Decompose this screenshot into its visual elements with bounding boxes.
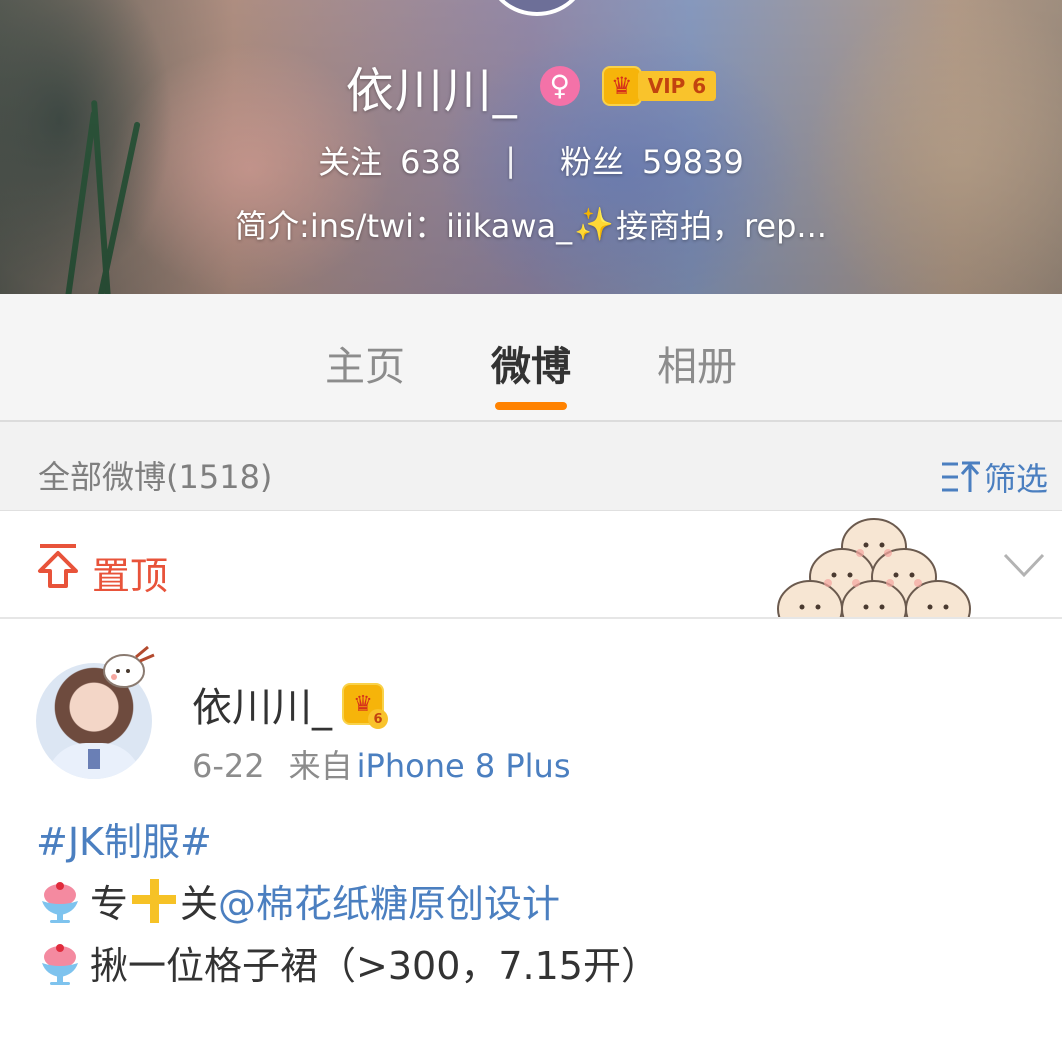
followers-count: 59839 [642, 143, 744, 181]
filter-label: 筛选 [983, 460, 1048, 498]
shaved-ice-emoji-icon [42, 944, 78, 985]
vip-crown-icon: ♛ [601, 66, 642, 106]
filter-button[interactable]: 筛选 [940, 454, 1048, 500]
following-count: 638 [400, 143, 462, 181]
post-line-giveaway: 揪一位格子裙（>300，7.15开） [36, 935, 659, 997]
profile-avatar[interactable] [488, 0, 586, 16]
pinned-row[interactable]: 置顶 [0, 511, 1062, 619]
tab-home[interactable]: 主页 [282, 294, 448, 420]
vip-crown-icon[interactable]: ♛ 6 [342, 683, 388, 729]
avatar-pendant-icon [103, 645, 155, 688]
intro-text-end: 接商拍，rep... [615, 207, 827, 245]
intro-text-start: 简介:ins/twi：iiikawa_ [235, 207, 573, 245]
post-author-name[interactable]: 依川川_ [192, 675, 332, 733]
post-text: 揪一位格子裙（>300，7.15开） [90, 944, 659, 988]
pin-top-icon [38, 544, 78, 588]
profile-name: 依川川_ [345, 63, 518, 119]
tab-weibo-label: 微博 [491, 344, 571, 390]
vip-level-label: VIP 6 [637, 71, 717, 101]
plus-cross-emoji-icon [132, 879, 177, 923]
profile-name-row: 依川川_ ♀ ♛ VIP 6 [0, 52, 1062, 120]
post-text: 专 [90, 882, 129, 926]
tab-album-label: 相册 [657, 344, 737, 390]
vip-badge[interactable]: ♛ VIP 6 [601, 66, 717, 106]
post-source-prefix: 来自 [288, 747, 353, 785]
filter-icon [941, 461, 980, 492]
post-text: 关 [180, 882, 219, 926]
profile-intro[interactable]: 简介:ins/twi：iiikawa_ ✨ 接商拍，rep... [0, 198, 1062, 250]
filter-bar: 全部微博(1518) 筛选 [0, 422, 1062, 511]
tab-album[interactable]: 相册 [614, 294, 780, 420]
profile-tabs: 主页 微博 相册 [0, 294, 1062, 422]
post-content: #JK制服# 专 关@棉花纸糖原创设计 揪一位格子裙（>300，7.15开） [36, 811, 659, 997]
post-line-follow: 专 关@棉花纸糖原创设计 [36, 873, 659, 935]
avatar-photo-detail [88, 749, 100, 769]
post-date: 6-22 [192, 747, 265, 785]
steamed-bun-sticker [777, 518, 971, 617]
post-meta: 6-22 来自 iPhone 8 Plus [192, 741, 571, 787]
vip-level-number: 6 [368, 709, 388, 729]
chevron-down-icon[interactable] [1002, 551, 1046, 579]
profile-stats: 关注 638 | 粉丝 59839 [0, 135, 1062, 185]
post-line-hashtag: #JK制服# [36, 811, 659, 873]
pinned-label: 置顶 [92, 554, 169, 598]
tab-weibo[interactable]: 微博 [448, 294, 614, 420]
followers-label: 粉丝 [560, 143, 625, 181]
followers-stat[interactable]: 粉丝 59839 [560, 137, 744, 183]
profile-header-banner: 依川川_ ♀ ♛ VIP 6 关注 638 | 粉丝 59839 简介:ins/tw… [0, 0, 1062, 294]
stats-separator: | [505, 141, 517, 179]
sparkles-emoji-icon: ✨ [574, 205, 614, 243]
post-author-row: 依川川_ ♛ 6 [192, 675, 388, 733]
following-stat[interactable]: 关注 638 [318, 137, 461, 183]
post-source-device[interactable]: iPhone 8 Plus [357, 747, 571, 785]
tab-home-label: 主页 [325, 344, 405, 390]
all-weibo-count: 全部微博(1518) [38, 458, 273, 496]
mention-link[interactable]: @棉花纸糖原创设计 [218, 882, 560, 926]
hashtag-link[interactable]: #JK制服# [36, 820, 212, 864]
following-label: 关注 [318, 143, 383, 181]
gender-female-icon: ♀ [539, 66, 580, 106]
shaved-ice-emoji-icon [42, 882, 78, 923]
weibo-post[interactable]: 依川川_ ♛ 6 6-22 来自 iPhone 8 Plus #JK制服# 专 关@棉… [0, 619, 1062, 1044]
active-tab-indicator [495, 402, 567, 410]
